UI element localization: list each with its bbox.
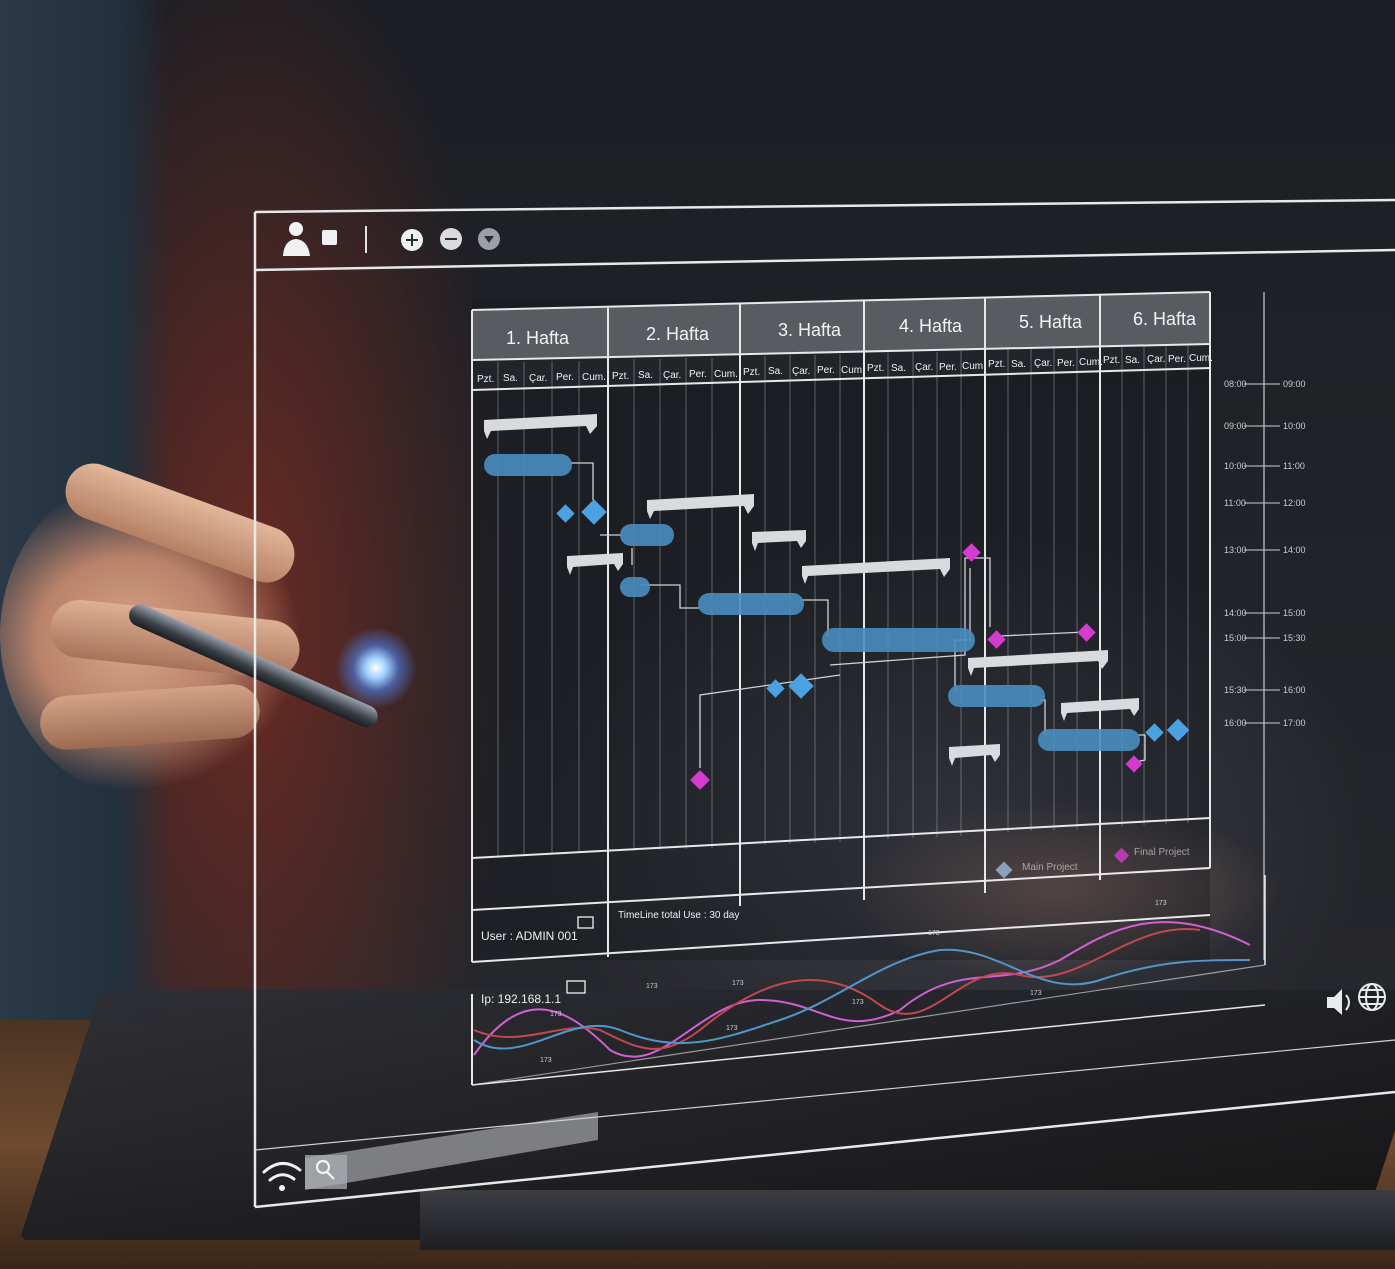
wifi-icon[interactable] <box>262 1162 302 1191</box>
time-label-left: 10:00 <box>1224 461 1247 471</box>
dropdown-icon[interactable] <box>478 228 500 250</box>
day-label: Cum. <box>1189 353 1213 364</box>
day-label: Sa. <box>891 363 906 374</box>
speaker-icon[interactable] <box>1327 989 1350 1015</box>
time-label-right: 11:00 <box>1283 461 1305 471</box>
minus-icon[interactable] <box>440 228 462 250</box>
day-label: Per. <box>817 365 835 376</box>
time-label-right: 15:30 <box>1283 633 1306 643</box>
task-bar <box>1038 729 1140 751</box>
day-label: Pzt. <box>867 363 884 374</box>
gantt-chart: 1. Hafta 2. Hafta 3. Hafta 4. Hafta 5. H… <box>471 291 1213 963</box>
time-label-left: 16:00 <box>1224 718 1247 728</box>
task-bar <box>948 685 1045 707</box>
day-label: Sa. <box>638 370 653 381</box>
day-label: Sa. <box>503 373 518 384</box>
time-label-left: 09:00 <box>1224 421 1247 431</box>
wave-tick: 173 <box>646 983 658 990</box>
toolbar <box>283 222 500 256</box>
day-label: Per. <box>689 369 707 380</box>
day-label: Pzt. <box>612 371 629 382</box>
task-bar <box>620 577 650 597</box>
task-bar <box>698 593 804 615</box>
ip-label: Ip: 192.168.1.1 <box>481 992 561 1006</box>
day-label: Cum. <box>1079 357 1103 368</box>
timeline-label: TimeLine total Use : 30 day <box>618 910 739 921</box>
plus-icon[interactable] <box>401 229 423 251</box>
time-label-left: 13:00 <box>1224 545 1247 555</box>
day-label: Pzt. <box>743 367 760 378</box>
day-label: Pzt. <box>1103 355 1120 366</box>
day-label: Cum. <box>962 361 986 372</box>
day-label: Per. <box>556 372 574 383</box>
day-label: Sa. <box>1011 359 1026 370</box>
time-label-right: 10:00 <box>1283 421 1306 431</box>
wave-tick: 173 <box>852 999 864 1006</box>
day-label: Çar. <box>663 370 681 381</box>
week-label-2: 2. Hafta <box>646 324 710 344</box>
day-label: Çar. <box>529 373 547 384</box>
time-label-left: 11:00 <box>1224 498 1246 508</box>
day-label: Cum. <box>714 369 738 380</box>
time-label-right: 15:00 <box>1283 608 1306 618</box>
time-label-left: 14:00 <box>1224 608 1247 618</box>
square-icon[interactable] <box>322 230 337 245</box>
day-label: Per. <box>1057 358 1075 369</box>
week-label-1: 1. Hafta <box>506 328 570 348</box>
legend-main-label: Main Project <box>1022 862 1078 873</box>
day-label: Sa. <box>768 366 783 377</box>
day-label: Pzt. <box>477 374 494 385</box>
time-label-right: 09:00 <box>1283 379 1306 389</box>
day-label: Per. <box>939 362 957 373</box>
day-label: Çar. <box>1147 354 1165 365</box>
day-label: Cum. <box>582 372 606 383</box>
wave-tick: 173 <box>726 1025 738 1032</box>
week-label-4: 4. Hafta <box>899 316 963 336</box>
day-label: Çar. <box>1034 358 1052 369</box>
ip-tag-icon <box>566 980 586 994</box>
user-icon[interactable] <box>283 222 310 256</box>
wave-tick: 173 <box>1155 900 1167 907</box>
day-label: Cum. <box>841 365 865 376</box>
wave-tick: 173 <box>540 1057 552 1064</box>
time-label-right: 14:00 <box>1283 545 1306 555</box>
wave-tick: 173 <box>732 980 744 987</box>
day-label: Sa. <box>1125 355 1140 366</box>
time-label-left: 15:00 <box>1224 633 1247 643</box>
task-bar <box>620 524 674 546</box>
day-label: Çar. <box>915 362 933 373</box>
time-label-left: 08:00 <box>1224 379 1247 389</box>
task-bar <box>484 454 572 476</box>
day-label: Çar. <box>792 366 810 377</box>
user-label: User : ADMIN 001 <box>481 929 578 943</box>
task-bar <box>822 628 975 652</box>
search-box[interactable] <box>305 1112 598 1190</box>
week-label-6: 6. Hafta <box>1133 309 1197 329</box>
time-label-right: 17:00 <box>1283 718 1306 728</box>
week-label-5: 5. Hafta <box>1019 312 1083 332</box>
wave-tick: 173 <box>928 930 940 937</box>
day-label: Pzt. <box>988 359 1005 370</box>
globe-icon[interactable] <box>1358 983 1386 1011</box>
time-scale: 08:00 09:00 10:00 11:00 13:00 14:00 15:0… <box>1224 292 1306 960</box>
wave-tick: 173 <box>1030 990 1042 997</box>
week-label-3: 3. Hafta <box>778 320 842 340</box>
legend-final-label: Final Project <box>1134 847 1190 858</box>
time-label-left: 15:30 <box>1224 685 1247 695</box>
time-label-right: 12:00 <box>1283 498 1306 508</box>
wave-tick: 173 <box>550 1011 562 1018</box>
day-label: Per. <box>1168 354 1186 365</box>
time-label-right: 16:00 <box>1283 685 1306 695</box>
holographic-interface: 1. Hafta 2. Hafta 3. Hafta 4. Hafta 5. H… <box>253 198 1395 1209</box>
